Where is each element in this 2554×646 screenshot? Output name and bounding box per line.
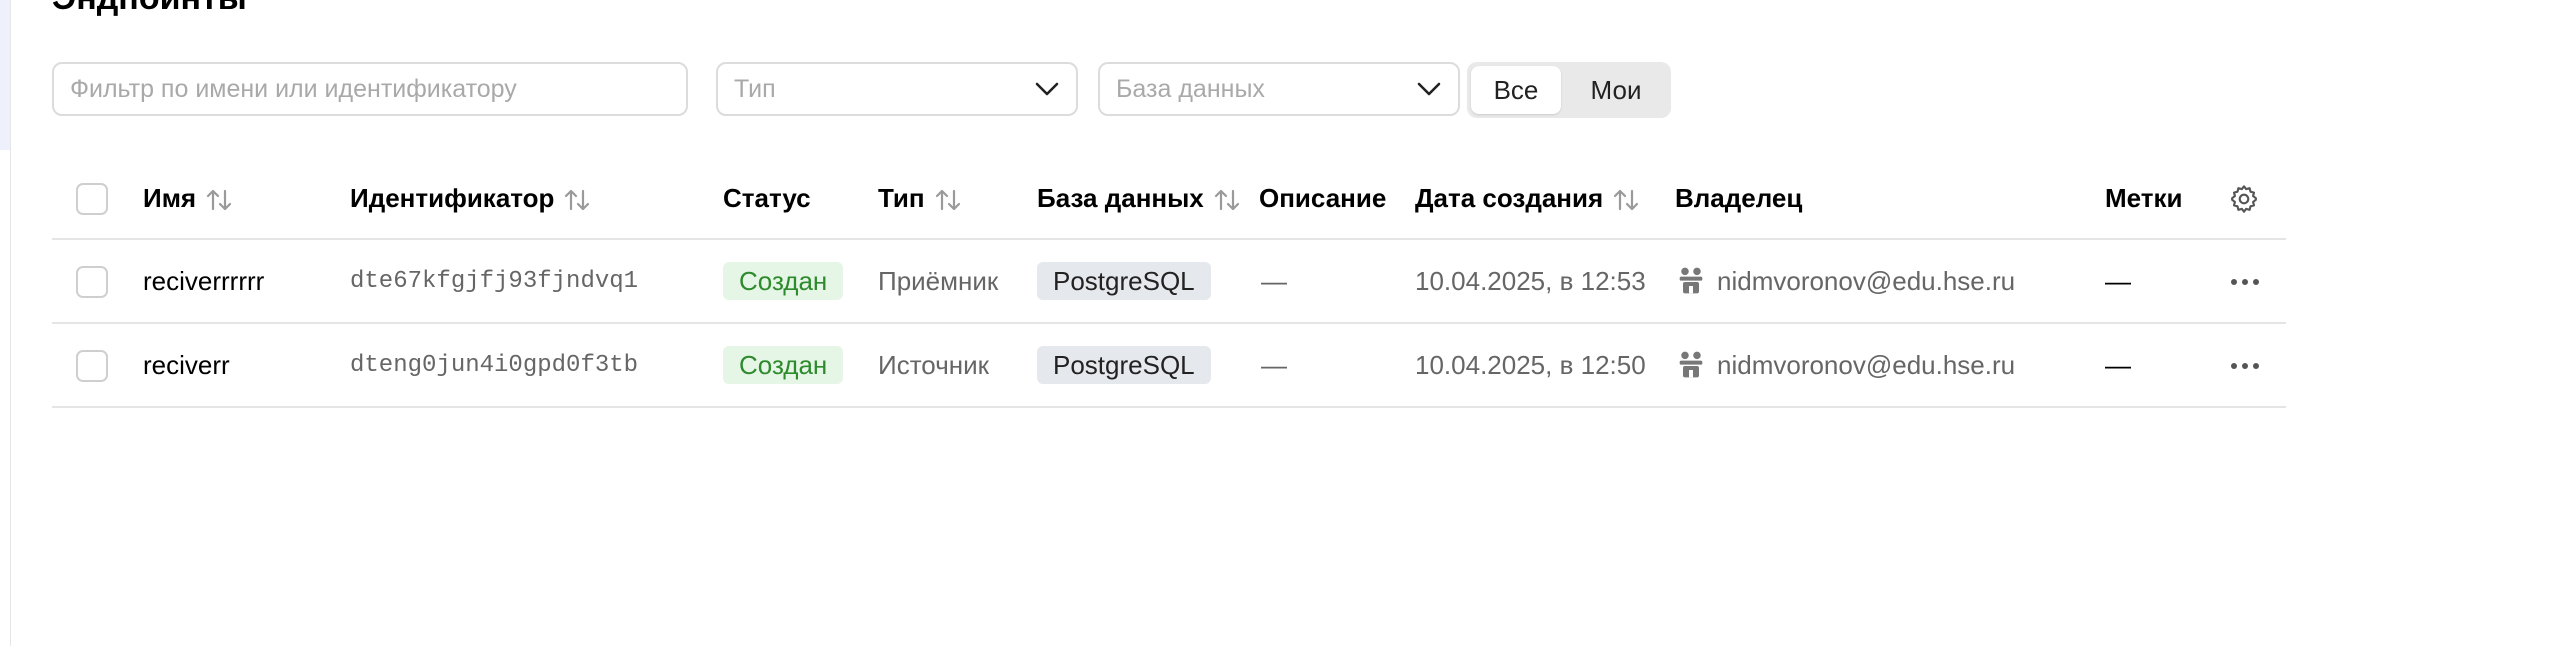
ownership-segmented-control: Все Мои — [1467, 62, 1671, 118]
type-filter-select[interactable]: Тип — [716, 62, 1078, 116]
row-checkbox[interactable] — [76, 350, 108, 382]
left-rail-highlight — [0, 0, 10, 150]
table-header-divider — [52, 238, 2286, 240]
user-group-icon — [1679, 351, 1703, 378]
left-rail — [0, 0, 11, 646]
type-filter-placeholder: Тип — [734, 75, 776, 103]
column-header-database[interactable]: База данных — [1037, 183, 1242, 214]
row-type: Источник — [878, 350, 989, 380]
database-filter-select[interactable]: База данных — [1098, 62, 1460, 116]
more-horizontal-icon[interactable] — [2230, 278, 2260, 286]
database-filter-placeholder: База данных — [1116, 75, 1265, 103]
column-header-id[interactable]: Идентификатор — [350, 183, 592, 214]
column-header-created[interactable]: Дата создания — [1415, 183, 1641, 214]
status-badge: Создан — [723, 346, 844, 384]
gear-icon[interactable] — [2228, 183, 2260, 215]
column-id-label: Идентификатор — [350, 183, 555, 213]
database-badge: PostgreSQL — [1037, 262, 1211, 300]
column-created-label: Дата создания — [1415, 183, 1604, 213]
row-labels: — — [2105, 350, 2131, 380]
row-divider — [52, 406, 2286, 408]
name-filter-input[interactable]: Фильтр по имени или идентификатору — [52, 62, 688, 116]
column-header-description: Описание — [1259, 183, 1387, 213]
column-type-label: Тип — [878, 183, 925, 213]
chevron-down-icon — [1417, 82, 1441, 96]
row-type: Приёмник — [878, 266, 999, 296]
row-id: dte67kfgjfj93fjndvq1 — [350, 268, 639, 295]
row-checkbox[interactable] — [76, 266, 108, 298]
column-name-label: Имя — [143, 183, 197, 213]
chevron-down-icon — [1035, 82, 1059, 96]
sort-arrows-icon[interactable] — [562, 187, 592, 213]
sort-arrows-icon[interactable] — [933, 187, 963, 213]
page-title: Эндпоинты — [52, 0, 247, 18]
row-name[interactable]: reciverr — [143, 350, 230, 381]
column-header-owner: Владелец — [1675, 183, 1803, 213]
row-created: 10.04.2025, в 12:50 — [1415, 350, 1646, 380]
column-header-labels: Метки — [2105, 183, 2183, 213]
row-description: — — [1261, 350, 1287, 380]
sort-arrows-icon[interactable] — [204, 187, 234, 213]
row-name[interactable]: reciverrrrrr — [143, 266, 264, 297]
row-id: dteng0jun4i0gpd0f3tb — [350, 352, 639, 379]
column-header-name[interactable]: Имя — [143, 183, 234, 214]
more-horizontal-icon[interactable] — [2230, 362, 2260, 370]
status-badge: Создан — [723, 262, 844, 300]
row-divider — [52, 322, 2286, 324]
ownership-mine-button[interactable]: Мои — [1567, 66, 1665, 114]
sort-arrows-icon[interactable] — [1212, 187, 1242, 213]
user-group-icon — [1679, 267, 1703, 294]
row-owner: nidmvoronov@edu.hse.ru — [1717, 266, 2016, 296]
row-created: 10.04.2025, в 12:53 — [1415, 266, 1646, 296]
sort-arrows-icon[interactable] — [1611, 187, 1641, 213]
row-description: — — [1261, 266, 1287, 296]
select-all-checkbox[interactable] — [76, 183, 108, 215]
row-owner: nidmvoronov@edu.hse.ru — [1717, 350, 2016, 380]
column-header-type[interactable]: Тип — [878, 183, 963, 214]
row-labels: — — [2105, 266, 2131, 296]
column-header-status: Статус — [723, 183, 811, 213]
database-badge: PostgreSQL — [1037, 346, 1211, 384]
column-database-label: База данных — [1037, 183, 1204, 213]
ownership-all-button[interactable]: Все — [1471, 66, 1561, 114]
